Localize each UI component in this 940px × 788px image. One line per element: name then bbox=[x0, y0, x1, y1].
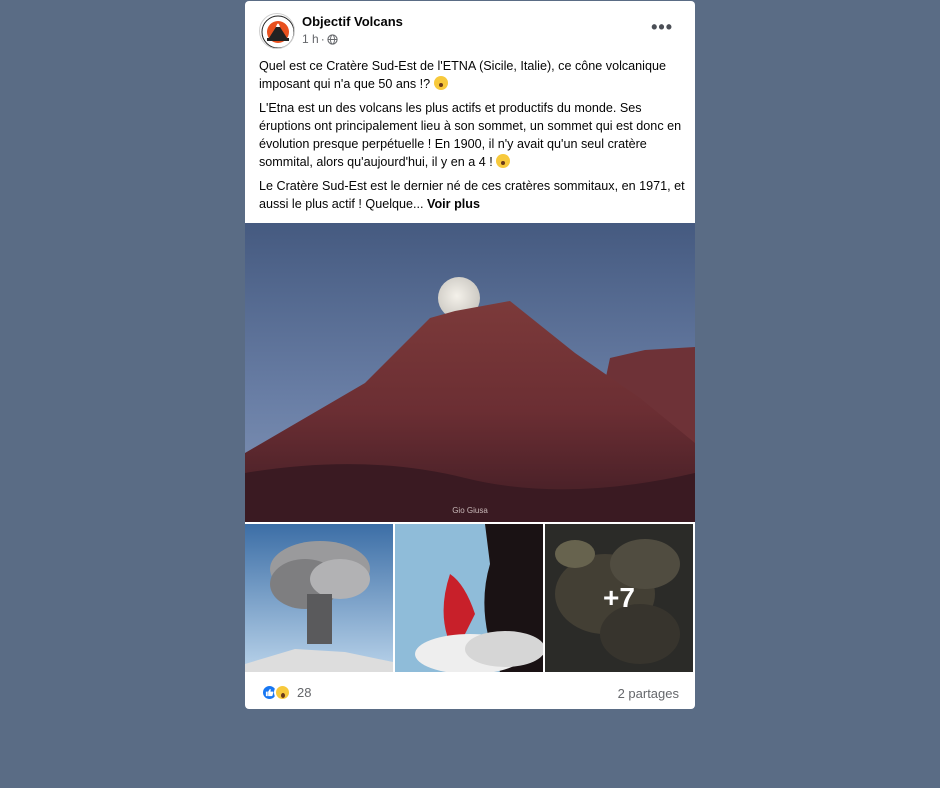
paragraph-text: L'Etna est un des volcans les plus actif… bbox=[259, 101, 682, 169]
lava-fountain-photo bbox=[395, 524, 543, 672]
reactions-summary[interactable]: 28 bbox=[261, 684, 311, 701]
shares-count-link[interactable]: 2 partages bbox=[618, 686, 679, 701]
post-paragraph-2: L'Etna est un des volcans les plus actif… bbox=[259, 99, 685, 171]
photo-credit: Gio Giusa bbox=[452, 506, 488, 515]
eruption-plume-photo bbox=[245, 524, 393, 672]
volcano-logo-icon bbox=[261, 15, 294, 48]
thumb-summit-craters[interactable]: +7 bbox=[545, 524, 693, 672]
more-options-icon[interactable]: ••• bbox=[651, 17, 673, 38]
post-meta: 1 h · bbox=[302, 32, 338, 46]
post-card: Objectif Volcans 1 h · ••• Quel est ce C… bbox=[245, 1, 695, 709]
page-name-link[interactable]: Objectif Volcans bbox=[302, 14, 403, 29]
thumb-lava-fountain[interactable] bbox=[395, 524, 543, 672]
volcano-moon-photo: Gio Giusa bbox=[245, 223, 695, 522]
wow-icon bbox=[274, 684, 291, 701]
post-header: Objectif Volcans 1 h · ••• bbox=[245, 1, 695, 57]
post-paragraph-3: Le Cratère Sud-Est est le dernier né de … bbox=[259, 177, 685, 213]
main-photo-volcano-moon[interactable]: Gio Giusa bbox=[245, 223, 695, 522]
thinking-emoji-icon bbox=[433, 76, 448, 90]
more-photos-overlay[interactable]: +7 bbox=[545, 524, 693, 672]
post-footer: 28 2 partages bbox=[245, 674, 695, 709]
thumb-eruption-plume[interactable] bbox=[245, 524, 393, 672]
globe-icon bbox=[327, 33, 338, 45]
paragraph-text: Quel est ce Cratère Sud-Est de l'ETNA (S… bbox=[259, 59, 666, 91]
page-avatar[interactable] bbox=[259, 13, 295, 49]
surprised-emoji-icon bbox=[496, 154, 511, 168]
post-text: Quel est ce Cratère Sud-Est de l'ETNA (S… bbox=[259, 57, 685, 219]
post-paragraph-1: Quel est ce Cratère Sud-Est de l'ETNA (S… bbox=[259, 57, 685, 93]
reaction-count: 28 bbox=[297, 685, 312, 700]
meta-separator: · bbox=[320, 32, 325, 46]
see-more-link[interactable]: Voir plus bbox=[427, 197, 480, 211]
post-timestamp[interactable]: 1 h bbox=[302, 32, 319, 46]
